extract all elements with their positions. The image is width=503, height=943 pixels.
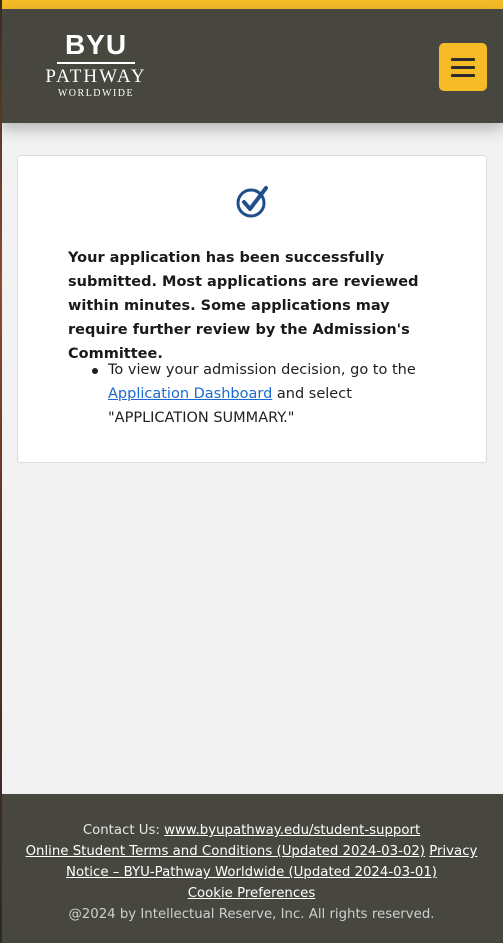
logo-pathway-text: PATHWAY bbox=[45, 66, 147, 87]
site-footer: Contact Us: www.byupathway.edu/student-s… bbox=[0, 794, 503, 943]
bullet-icon bbox=[92, 368, 98, 374]
confirmation-card: Your application has been successfully s… bbox=[17, 155, 487, 463]
logo-byu-text: BYU bbox=[64, 29, 128, 60]
contact-line: Contact Us: www.byupathway.edu/student-s… bbox=[12, 820, 491, 841]
footer-content: Contact Us: www.byupathway.edu/student-s… bbox=[12, 820, 491, 925]
contact-label: Contact Us: bbox=[82, 823, 165, 838]
student-support-link[interactable]: www.byupathway.edu/student-support bbox=[164, 823, 420, 838]
terms-and-conditions-link[interactable]: Online Student Terms and Conditions (Upd… bbox=[26, 844, 425, 859]
cookie-preferences-link[interactable]: Cookie Preferences bbox=[188, 886, 316, 901]
instruction-text-before: To view your admission decision, go to t… bbox=[108, 362, 416, 378]
hamburger-menu-icon-line-1 bbox=[451, 57, 475, 61]
application-dashboard-link[interactable]: Application Dashboard bbox=[108, 386, 272, 402]
logo-worldwide-text: WORLDWIDE bbox=[57, 88, 135, 99]
legal-links: Online Student Terms and Conditions (Upd… bbox=[12, 841, 491, 883]
hamburger-menu-icon-line-2 bbox=[451, 65, 475, 69]
byu-pathway-logo[interactable]: BYU PATHWAY WORLDWIDE bbox=[40, 31, 152, 101]
hamburger-menu-button[interactable] bbox=[439, 43, 487, 91]
hamburger-menu-icon-line-3 bbox=[451, 73, 475, 77]
submission-success-message: Your application has been successfully s… bbox=[68, 250, 419, 362]
cookie-line: Cookie Preferences bbox=[12, 883, 491, 904]
check-circle-icon bbox=[236, 186, 268, 218]
top-accent-bar bbox=[0, 0, 503, 9]
next-steps-list: To view your admission decision, go to t… bbox=[92, 358, 438, 430]
window-left-edge bbox=[0, 0, 2, 943]
copyright-text: @2024 by Intellectual Reserve, Inc. All … bbox=[68, 907, 435, 922]
list-item: To view your admission decision, go to t… bbox=[92, 358, 438, 430]
site-header: BYU PATHWAY WORLDWIDE bbox=[0, 9, 503, 123]
logo-divider bbox=[57, 62, 135, 64]
